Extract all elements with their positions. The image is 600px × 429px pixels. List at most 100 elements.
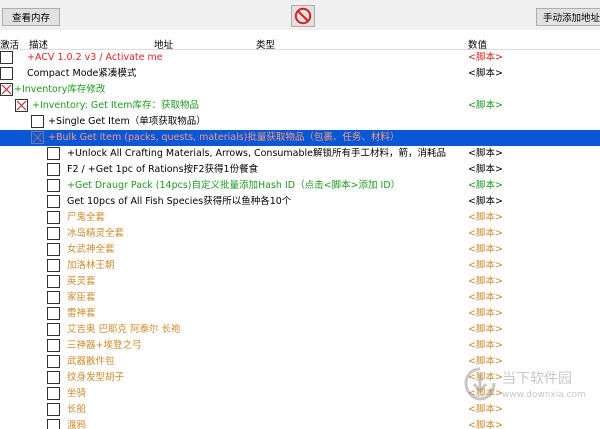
- table-row[interactable]: +Single Get Item（单项获取物品）: [0, 114, 600, 130]
- column-header-type[interactable]: 类型: [256, 37, 275, 51]
- checkbox-cross-icon: [32, 132, 43, 143]
- table-row[interactable]: Get 10pcs of All Fish Species获得所以鱼种各10个 …: [0, 194, 600, 210]
- row-description: 三神器+埃登之弓: [67, 340, 142, 351]
- activate-checkbox[interactable]: [0, 51, 13, 64]
- activate-checkbox[interactable]: [47, 243, 60, 256]
- row-description: 雷神套: [67, 308, 96, 319]
- activate-checkbox[interactable]: [47, 291, 60, 304]
- row-value: <脚本>: [468, 100, 503, 111]
- activate-checkbox[interactable]: [47, 307, 60, 320]
- column-header-address[interactable]: 地址: [154, 37, 173, 51]
- activate-checkbox[interactable]: [47, 371, 60, 384]
- table-row[interactable]: 女武神全套 <脚本>: [0, 242, 600, 258]
- row-description: +Single Get Item（单项获取物品）: [48, 116, 206, 127]
- row-value: <脚本>: [468, 180, 503, 191]
- row-value: <脚本>: [468, 228, 503, 239]
- table-row[interactable]: F2 / +Get 1pc of Rations按F2获得1份餐食 <脚本>: [0, 162, 600, 178]
- activate-checkbox[interactable]: [47, 323, 60, 336]
- table-row[interactable]: Compact Mode紧凑模式 <脚本>: [0, 66, 600, 82]
- no-entry-icon: [294, 7, 312, 25]
- row-description: +Bulk Get Item (packs, quests, materials…: [48, 132, 400, 143]
- activate-checkbox[interactable]: [47, 163, 60, 176]
- activate-checkbox[interactable]: [0, 83, 13, 96]
- table-row[interactable]: 雷神套 <脚本>: [0, 306, 600, 322]
- table-row[interactable]: 家臣套 <脚本>: [0, 290, 600, 306]
- table-row[interactable]: +ACV 1.0.2 v3 / Activate me <脚本>: [0, 50, 600, 66]
- activate-checkbox[interactable]: [47, 355, 60, 368]
- row-value: <脚本>: [468, 164, 503, 175]
- activate-checkbox[interactable]: [31, 131, 44, 144]
- row-description: 武器散件包: [67, 356, 115, 367]
- row-value: <脚本>: [468, 196, 503, 207]
- row-value: <脚本>: [468, 308, 503, 319]
- row-value: <脚本>: [468, 276, 503, 287]
- view-memory-button[interactable]: 查看内存: [2, 8, 60, 26]
- row-description: 长船: [67, 404, 87, 415]
- table-row[interactable]: +Inventory库存修改: [0, 82, 600, 98]
- row-description: +ACV 1.0.2 v3 / Activate me: [27, 52, 163, 63]
- row-description: 尸鬼全套: [67, 212, 106, 223]
- column-header-value[interactable]: 数值: [468, 37, 487, 51]
- table-row[interactable]: 英灵套 <脚本>: [0, 274, 600, 290]
- row-value: <脚本>: [468, 68, 503, 79]
- row-value: <脚本>: [468, 148, 503, 159]
- table-row[interactable]: 加洛林王朝 <脚本>: [0, 258, 600, 274]
- row-description: 冰岛精灵全套: [67, 228, 125, 239]
- activate-checkbox[interactable]: [15, 99, 28, 112]
- table-row[interactable]: +Get Draugr Pack (14pcs)自定义批量添加Hash ID（点…: [0, 178, 600, 194]
- row-description: +Inventory库存修改: [14, 84, 106, 95]
- activate-checkbox[interactable]: [0, 67, 13, 80]
- row-description: 加洛林王朝: [67, 260, 115, 271]
- checkbox-cross-icon: [16, 100, 27, 111]
- activate-checkbox[interactable]: [47, 403, 60, 416]
- row-description: +Inventory: Get Item库存：获取物品: [32, 100, 199, 111]
- activate-checkbox[interactable]: [47, 227, 60, 240]
- activate-checkbox[interactable]: [47, 147, 60, 160]
- activate-checkbox[interactable]: [47, 275, 60, 288]
- row-value: <脚本>: [468, 340, 503, 351]
- watermark-url: www.downxia.com: [502, 390, 586, 400]
- activate-checkbox[interactable]: [47, 195, 60, 208]
- column-header-active[interactable]: 激活: [0, 37, 19, 51]
- row-value: <脚本>: [468, 324, 503, 335]
- row-description: 女武神全套: [67, 244, 115, 255]
- table-row[interactable]: 渡鸦 <脚本>: [0, 418, 600, 429]
- row-value: <脚本>: [468, 212, 503, 223]
- row-description: 坐骑: [67, 388, 87, 399]
- toolbar: 查看内存 手动添加地址: [0, 0, 600, 30]
- column-header-description[interactable]: 描述: [29, 37, 48, 51]
- activate-checkbox[interactable]: [31, 115, 44, 128]
- activate-checkbox[interactable]: [47, 419, 60, 429]
- table-row[interactable]: 冰岛精灵全套 <脚本>: [0, 226, 600, 242]
- activate-checkbox[interactable]: [47, 259, 60, 272]
- table-row[interactable]: +Unlock All Crafting Materials, Arrows, …: [0, 146, 600, 162]
- add-address-manually-button[interactable]: 手动添加地址: [536, 8, 600, 26]
- row-description: +Get Draugr Pack (14pcs)自定义批量添加Hash ID（点…: [67, 180, 401, 191]
- row-value: <脚本>: [468, 292, 503, 303]
- activate-checkbox[interactable]: [47, 179, 60, 192]
- row-value: <脚本>: [468, 420, 503, 429]
- table-row[interactable]: +Inventory: Get Item库存：获取物品 <脚本>: [0, 98, 600, 114]
- clear-list-button[interactable]: [291, 5, 315, 27]
- checkbox-cross-icon: [1, 84, 12, 95]
- activate-checkbox[interactable]: [47, 211, 60, 224]
- row-description: Get 10pcs of All Fish Species获得所以鱼种各10个: [67, 196, 292, 207]
- table-row[interactable]: 三神器+埃登之弓 <脚本>: [0, 338, 600, 354]
- row-description: 渡鸦: [67, 420, 87, 429]
- activate-checkbox[interactable]: [47, 339, 60, 352]
- row-value: <脚本>: [468, 244, 503, 255]
- watermark-title: 当下软件园: [502, 371, 572, 387]
- row-description: 家臣套: [67, 292, 96, 303]
- table-row[interactable]: 艾吉奥 巴耶克 阿泰尔 长袍 <脚本>: [0, 322, 600, 338]
- row-value: <脚本>: [468, 260, 503, 271]
- row-description: F2 / +Get 1pc of Rations按F2获得1份餐食: [67, 164, 259, 175]
- table-row-selected[interactable]: +Bulk Get Item (packs, quests, materials…: [0, 130, 600, 146]
- row-description: 艾吉奥 巴耶克 阿泰尔 长袍: [67, 324, 181, 335]
- row-description: 纹身发型胡子: [67, 372, 125, 383]
- table-row[interactable]: 尸鬼全套 <脚本>: [0, 210, 600, 226]
- row-description: 英灵套: [67, 276, 96, 287]
- watermark: 当下软件园 www.downxia.com: [462, 362, 592, 414]
- downxia-logo-icon: [464, 367, 496, 401]
- row-description: Compact Mode紧凑模式: [27, 68, 137, 79]
- activate-checkbox[interactable]: [47, 387, 60, 400]
